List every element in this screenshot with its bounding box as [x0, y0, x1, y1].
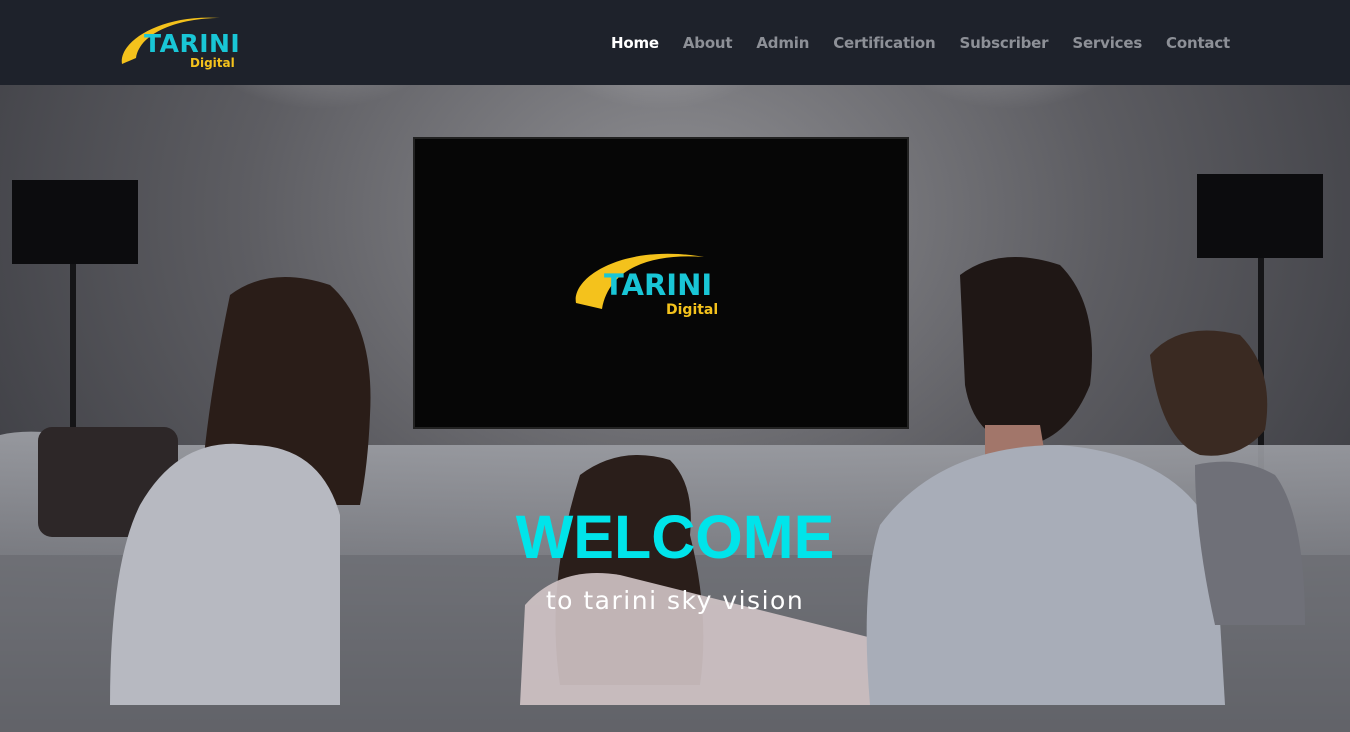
tv-screen-logo: TARINI Digital	[574, 245, 734, 325]
nav-item-contact[interactable]: Contact	[1166, 34, 1230, 52]
nav-item-home[interactable]: Home	[611, 34, 659, 52]
nav-item-subscriber[interactable]: Subscriber	[959, 34, 1048, 52]
nav-item-about[interactable]: About	[683, 34, 733, 52]
main-nav: Home About Admin Certification Subscribe…	[611, 34, 1230, 52]
navbar: TARINI Digital Home About Admin Certific…	[0, 0, 1350, 85]
tv-logo-title: TARINI	[604, 268, 713, 302]
nav-item-admin[interactable]: Admin	[756, 34, 809, 52]
hero-title: WELCOME	[515, 503, 835, 571]
brand-logo[interactable]: TARINI Digital	[120, 12, 245, 74]
nav-item-certification[interactable]: Certification	[833, 34, 935, 52]
logo-subtitle: Digital	[190, 56, 235, 70]
hero-background-image	[0, 85, 1350, 732]
tv-logo-subtitle: Digital	[666, 302, 719, 318]
logo-title: TARINI	[144, 29, 241, 58]
hero-subtitle: to tarini sky vision	[545, 586, 805, 615]
nav-item-services[interactable]: Services	[1072, 34, 1142, 52]
hero-banner: TARINI Digital WELCOME to tarini sky vis…	[0, 85, 1350, 732]
